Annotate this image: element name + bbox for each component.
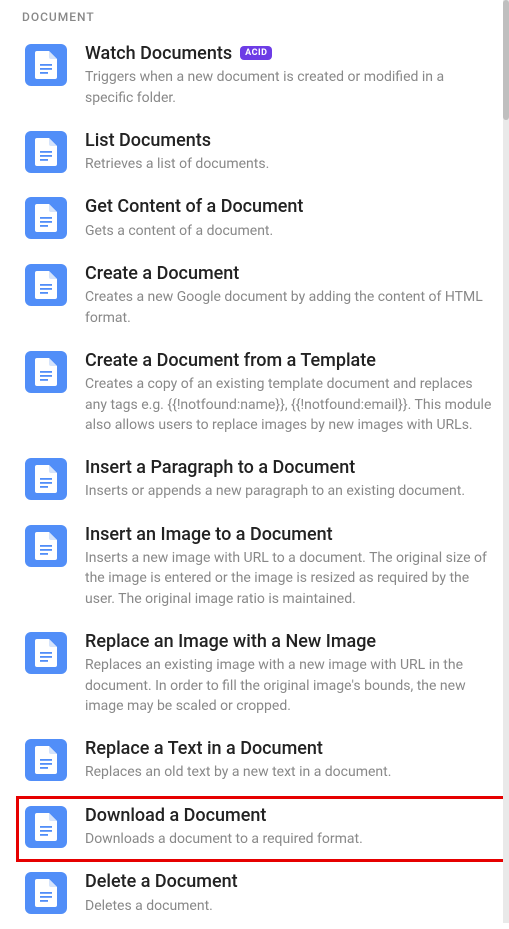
google-docs-icon [25, 739, 67, 781]
item-desc: Inserts or appends a new paragraph to an… [85, 481, 492, 501]
item-desc: Creates a copy of an existing template d… [85, 374, 492, 435]
google-docs-icon [25, 131, 67, 173]
item-title: Insert a Paragraph to a Document [85, 456, 492, 480]
google-docs-icon [25, 44, 67, 86]
google-docs-icon [25, 351, 67, 393]
item-desc: Replaces an old text by a new text in a … [85, 762, 492, 782]
action-item-replace-text[interactable]: Replace a Text in a Document Replaces an… [16, 729, 509, 796]
item-desc: Gets a content of a document. [85, 221, 492, 241]
google-docs-icon [25, 458, 67, 500]
scrollbar-thumb[interactable] [503, 0, 509, 120]
item-title: Create a Document from a Template [85, 349, 492, 373]
google-docs-icon [25, 806, 67, 848]
item-title: Get Content of a Document [85, 195, 492, 219]
item-desc: Downloads a document to a required forma… [85, 829, 492, 849]
item-title: List Documents [85, 129, 492, 153]
action-item-insert-image[interactable]: Insert an Image to a Document Inserts a … [16, 515, 509, 622]
item-desc: Creates a new Google document by adding … [85, 287, 492, 328]
action-item-delete-document[interactable]: Delete a Document Deletes a document. [16, 862, 509, 929]
action-item-list-documents[interactable]: List Documents Retrieves a list of docum… [16, 121, 509, 188]
item-title: Insert an Image to a Document [85, 523, 492, 547]
action-item-download-document[interactable]: Download a Document Downloads a document… [16, 796, 509, 863]
scrollbar-track[interactable] [503, 0, 509, 923]
action-item-create-document[interactable]: Create a Document Creates a new Google d… [16, 254, 509, 341]
google-docs-icon [25, 525, 67, 567]
item-title: Download a Document [85, 804, 492, 828]
section-header-document: DOCUMENT [16, 10, 509, 24]
item-desc: Deletes a document. [85, 896, 492, 916]
item-desc: Triggers when a new document is created … [85, 67, 492, 108]
item-desc: Retrieves a list of documents. [85, 154, 492, 174]
google-docs-icon [25, 872, 67, 914]
item-title: Replace a Text in a Document [85, 737, 492, 761]
action-item-replace-image[interactable]: Replace an Image with a New Image Replac… [16, 622, 509, 729]
acid-badge: ACID [240, 46, 272, 60]
item-desc: Inserts a new image with URL to a docume… [85, 548, 492, 609]
action-item-get-content[interactable]: Get Content of a Document Gets a content… [16, 187, 509, 254]
item-title: Replace an Image with a New Image [85, 630, 492, 654]
item-title: Delete a Document [85, 870, 492, 894]
google-docs-icon [25, 632, 67, 674]
item-desc: Replaces an existing image with a new im… [85, 655, 492, 716]
action-item-watch-documents[interactable]: Watch Documents ACID Triggers when a new… [16, 34, 509, 121]
google-docs-icon [25, 264, 67, 306]
action-item-create-from-template[interactable]: Create a Document from a Template Create… [16, 341, 509, 448]
item-title: Create a Document [85, 262, 492, 286]
action-item-insert-paragraph[interactable]: Insert a Paragraph to a Document Inserts… [16, 448, 509, 515]
google-docs-icon [25, 197, 67, 239]
item-title: Watch Documents [85, 42, 232, 66]
